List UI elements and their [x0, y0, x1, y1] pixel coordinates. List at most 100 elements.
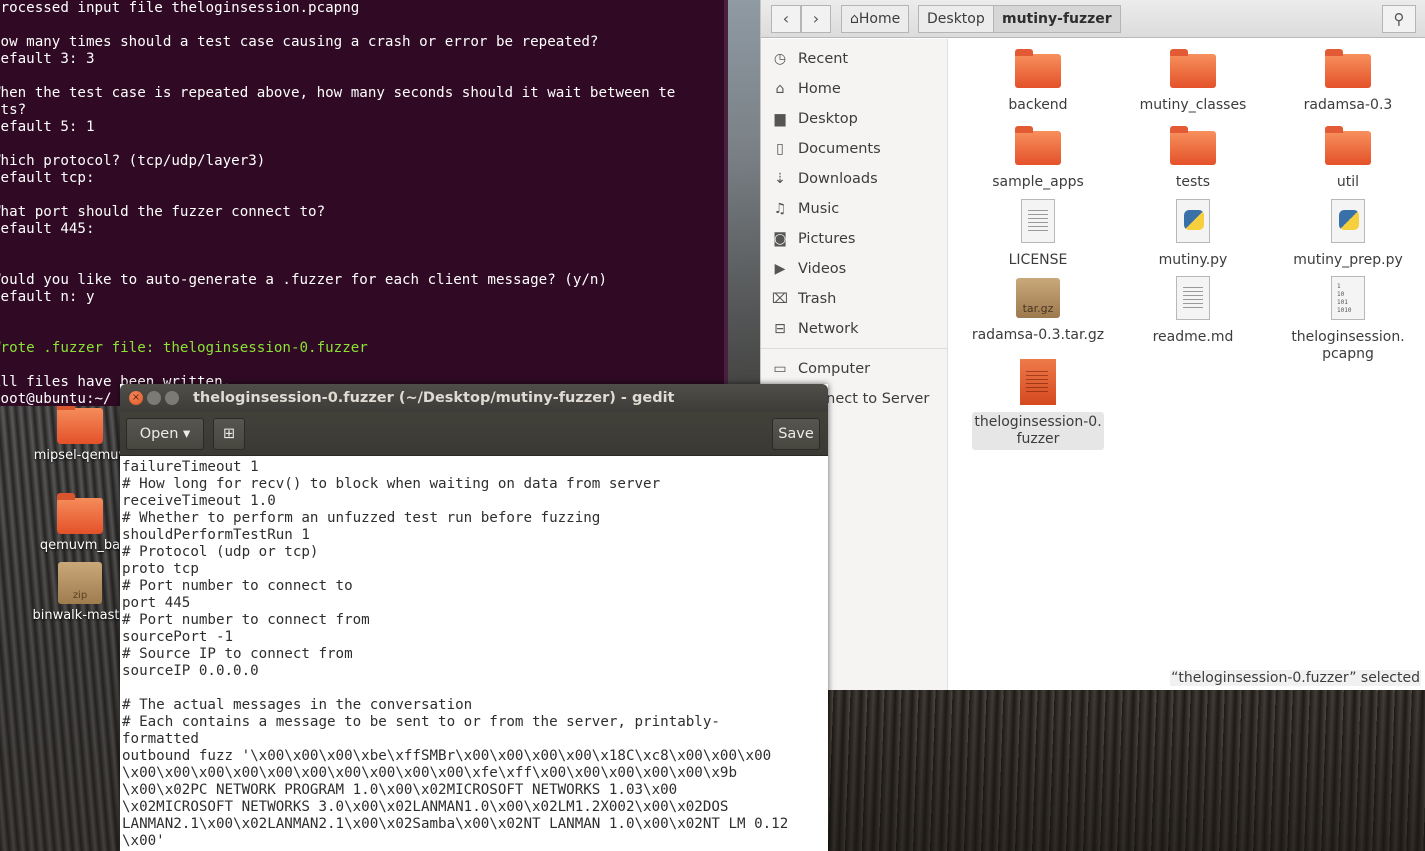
sidebar-item-pictures[interactable]: ◙ Pictures [761, 224, 948, 254]
terminal-line: How many times should a test case causin… [0, 34, 599, 50]
file-item[interactable]: mutiny_prep.py [1278, 193, 1418, 269]
breadcrumb-current[interactable]: mutiny-fuzzer [993, 5, 1121, 33]
editor-line: receiveTimeout 1.0 [122, 493, 276, 509]
document-icon: ▯ [776, 141, 784, 157]
editor-line: \x02MICROSOFT NETWORKS 3.0\x00\x02LANMAN… [122, 799, 729, 815]
minimize-window-button[interactable] [147, 391, 161, 405]
archive-icon: tar.gz [1016, 278, 1060, 318]
desktop-icon-label: qemuvm_ba [39, 538, 121, 553]
desktop-icon-mipsel[interactable]: mipsel-qemuv [25, 403, 135, 463]
sidebar-separator [761, 348, 948, 349]
maximize-window-button[interactable] [165, 391, 179, 405]
terminal-scrollbar[interactable] [724, 0, 728, 400]
file-item-label: sample_apps [992, 174, 1084, 190]
file-item[interactable]: tar.gz radamsa-0.3.tar.gz [968, 270, 1108, 344]
music-icon: ♫ [773, 201, 787, 217]
file-item[interactable]: 1 10 101 1010 theloginsession. pcapng [1278, 270, 1418, 363]
file-item[interactable]: readme.md [1123, 270, 1263, 346]
file-manager-header: ‹ › ⌂Home Desktop mutiny-fuzzer ⚲ [761, 0, 1425, 38]
sidebar-item-desktop[interactable]: ▆ Desktop [761, 104, 948, 134]
forward-button[interactable]: › [801, 5, 831, 33]
sidebar-item-recent[interactable]: ◷ Recent [761, 44, 948, 74]
file-item[interactable]: mutiny.py [1123, 193, 1263, 269]
sidebar-item-downloads[interactable]: ⇣ Downloads [761, 164, 948, 194]
sidebar-item-computer[interactable]: ▭ Computer [761, 354, 948, 384]
file-manager-window[interactable]: ‹ › ⌂Home Desktop mutiny-fuzzer ⚲ ◷ Recen… [760, 0, 1425, 690]
editor-line: formatted [122, 731, 199, 747]
sidebar-item-label: Pictures [798, 231, 856, 247]
sidebar-item-label: Home [798, 81, 841, 97]
save-button[interactable]: Save [772, 418, 820, 450]
desktop-icon-label: mipsel-qemuv [33, 448, 127, 463]
sidebar-item-music[interactable]: ♫ Music [761, 194, 948, 224]
file-item-label: mutiny_prep.py [1293, 252, 1403, 268]
search-button[interactable]: ⚲ [1382, 5, 1416, 33]
file-item[interactable]: theloginsession-0. fuzzer [968, 355, 1108, 450]
open-button[interactable]: Open ▾ [126, 418, 204, 450]
file-item[interactable]: backend [968, 39, 1108, 114]
terminal-line: Default tcp: [0, 170, 95, 186]
terminal-line: When the test case is repeated above, ho… [0, 85, 676, 101]
python-file-icon [1176, 199, 1210, 243]
file-grid: backend mutiny_classes radamsa-0.3 sample_a… [956, 39, 1425, 690]
file-item[interactable]: mutiny_classes [1123, 39, 1263, 114]
sidebar-item-label: Network [798, 321, 859, 337]
file-item[interactable]: tests [1123, 116, 1263, 191]
file-item-label: backend [1008, 97, 1068, 113]
breadcrumb-desktop[interactable]: Desktop [918, 5, 994, 33]
terminal-line: Which protocol? (tcp/udp/layer3) [0, 153, 266, 169]
terminal-line: sts? [0, 102, 27, 118]
editor-line: \x00\x00\x00\x00\x00\x00\x00\x00\x00\x00… [122, 765, 737, 781]
desktop-icon-label: binwalk-maste [32, 608, 128, 623]
camera-icon: ◙ [773, 231, 787, 247]
binary-file-icon: 1 10 101 1010 [1331, 276, 1365, 320]
python-file-icon [1331, 199, 1365, 243]
search-icon: ⚲ [1393, 10, 1405, 28]
folder-icon [1170, 126, 1216, 165]
sidebar-item-videos[interactable]: ▶ Videos [761, 254, 948, 284]
file-item[interactable]: util [1278, 116, 1418, 191]
back-button[interactable]: ‹ [771, 5, 801, 33]
editor-line: sourcePort -1 [122, 629, 234, 645]
text-editor[interactable]: failureTimeout 1 # How long for recv() to… [120, 456, 828, 851]
text-file-icon [1176, 276, 1210, 320]
sidebar-item-label: Recent [798, 51, 849, 67]
file-item[interactable]: radamsa-0.3 [1278, 39, 1418, 114]
file-item[interactable]: LICENSE [968, 193, 1108, 269]
terminal-window[interactable]: Processed input file theloginsession.pca… [0, 0, 724, 406]
sidebar-item-trash[interactable]: ⌧ Trash [761, 284, 948, 314]
file-item[interactable]: sample_apps [968, 116, 1108, 191]
folder-icon [1015, 49, 1061, 88]
terminal-line: Default 3: 3 [0, 51, 95, 67]
sidebar-item-label: Videos [798, 261, 847, 277]
trash-icon: ⌧ [771, 291, 789, 307]
close-window-button[interactable]: × [129, 391, 143, 405]
computer-icon: ▭ [773, 361, 787, 377]
desktop-folder-icon: ▆ [774, 111, 786, 127]
file-item-label: LICENSE [1008, 252, 1068, 268]
file-item-label: theloginsession. pcapng [1291, 329, 1405, 362]
breadcrumb-home[interactable]: ⌂Home [841, 5, 910, 33]
folder-icon [1170, 49, 1216, 88]
gedit-window[interactable]: theloginsession-0.fuzzer (~/Desktop/muti… [120, 384, 828, 851]
terminal-line: What port should the fuzzer connect to? [0, 204, 326, 220]
chevron-left-icon: ‹ [782, 9, 790, 28]
file-item-label: tests [1175, 174, 1211, 190]
binary-file-badge: 1 10 101 1010 [1337, 283, 1352, 314]
new-tab-button[interactable]: ⊞ [213, 418, 245, 450]
editor-line: # Port number to connect from [122, 612, 370, 628]
sidebar-item-home[interactable]: ⌂ Home [761, 74, 948, 104]
editor-line-cut [122, 456, 828, 459]
desktop-icon-qemuvm[interactable]: qemuvm_ba [25, 493, 135, 553]
network-icon: ⊟ [774, 321, 786, 337]
sidebar-item-documents[interactable]: ▯ Documents [761, 134, 948, 164]
sidebar-item-label: Music [798, 201, 840, 217]
desktop-icon-binwalk[interactable]: zip binwalk-maste [25, 562, 135, 623]
folder-icon [1325, 49, 1371, 88]
sidebar-item-network[interactable]: ⊟ Network [761, 314, 948, 344]
